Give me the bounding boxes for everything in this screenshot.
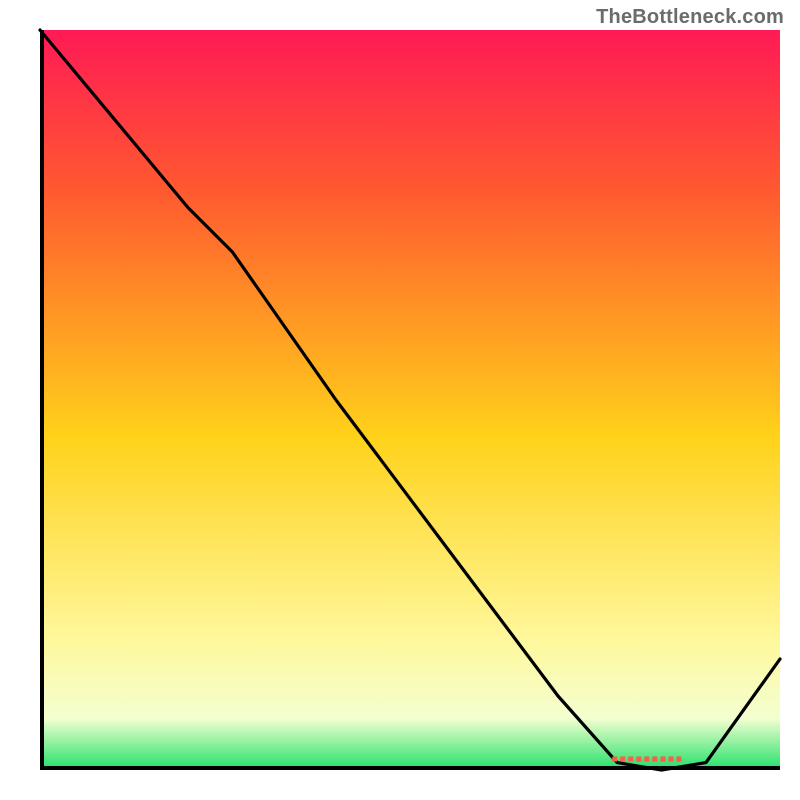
watermark-text: TheBottleneck.com (596, 6, 784, 29)
minimum-marker: ■■■■■■■■■ (612, 754, 684, 765)
chart-frame: TheBottleneck.com ■■■■■■■■■ (0, 0, 800, 800)
series-path (40, 30, 780, 770)
y-axis (40, 30, 44, 770)
line-series (40, 30, 780, 770)
plot-area: ■■■■■■■■■ (40, 30, 780, 770)
x-axis (40, 766, 780, 770)
